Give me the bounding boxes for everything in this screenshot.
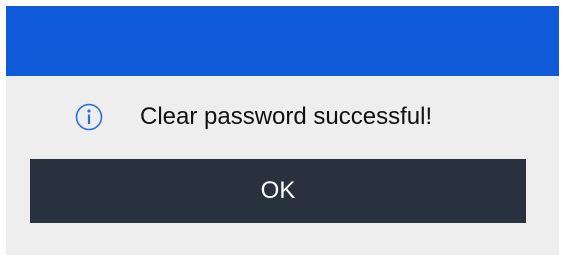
message-row: Clear password successful! bbox=[6, 76, 559, 156]
dialog-message: Clear password successful! bbox=[140, 103, 433, 130]
message-dialog: Clear password successful! OK bbox=[6, 6, 559, 255]
info-icon bbox=[74, 102, 104, 132]
dialog-title-bar[interactable] bbox=[6, 6, 559, 76]
ok-button[interactable]: OK bbox=[30, 159, 526, 223]
